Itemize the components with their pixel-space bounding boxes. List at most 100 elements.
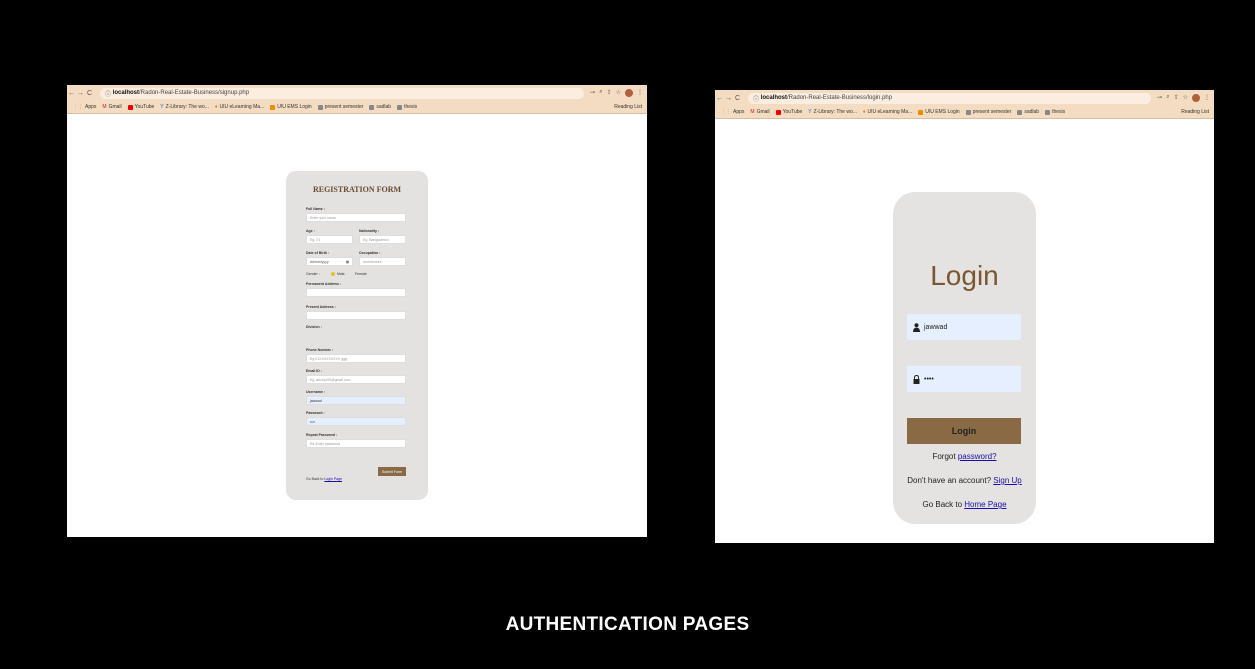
bookmark-gmail[interactable]: M Gmail: [750, 109, 769, 115]
browser-chrome: ← → C ⓘ localhost/Radon-Real-Estate-Busi…: [715, 90, 1214, 119]
signup-link[interactable]: Sign Up: [993, 476, 1021, 485]
youtube-icon: [775, 109, 781, 115]
avatar[interactable]: [625, 89, 633, 97]
bookmarks-bar: ⋮⋮ Apps M Gmail YouTube Y Z-Library: The wo…: [67, 101, 647, 114]
bookmark-youtube[interactable]: YouTube: [127, 104, 154, 110]
phone-input[interactable]: Eg.01XXXXXXXXX ggg: [306, 354, 406, 363]
repeat-password-label: Repeat Password :: [306, 433, 338, 437]
folder-icon: [1045, 109, 1051, 115]
username-input[interactable]: jawwad: [907, 314, 1021, 340]
bookmark-youtube[interactable]: YouTube: [775, 109, 802, 115]
folder-icon: [1017, 109, 1023, 115]
login-button[interactable]: Login: [907, 418, 1021, 444]
bookmark-thesis[interactable]: thesis: [397, 104, 417, 110]
email-label: Email ID :: [306, 369, 322, 373]
bookmark-uiu-elearning[interactable]: ♦ UIU eLearning Ma...: [863, 109, 912, 115]
bookmark-apps[interactable]: ⋮⋮ Apps: [73, 104, 96, 110]
youtube-icon: [127, 104, 133, 110]
occupation-input[interactable]: Architecture: [359, 257, 406, 266]
zoom-icon[interactable]: ⌕: [1166, 94, 1169, 102]
login-page-link[interactable]: Login Page: [324, 477, 342, 481]
star-icon[interactable]: ☆: [616, 89, 621, 97]
menu-icon[interactable]: ⋮: [1204, 94, 1210, 102]
zoom-icon[interactable]: ⌕: [599, 89, 602, 97]
phone-label: Phone Number :: [306, 348, 334, 352]
full-name-input[interactable]: Enter your name: [306, 213, 406, 222]
ems-icon: [270, 104, 276, 110]
password-label: Password :: [306, 411, 325, 415]
bookmark-uiu-ems[interactable]: UIU EMS Login: [270, 104, 312, 110]
key-icon[interactable]: ⊸: [590, 89, 595, 97]
forward-icon[interactable]: →: [76, 90, 85, 97]
registration-title: REGISTRATION FORM: [312, 185, 402, 194]
lock-icon: ⓘ: [105, 91, 113, 98]
age-input[interactable]: Eg. 21: [306, 235, 353, 244]
calendar-icon[interactable]: ▦: [346, 260, 349, 264]
zlibrary-icon: Y: [808, 109, 812, 115]
bookmark-present-semester[interactable]: present semester: [965, 109, 1011, 115]
address-bar[interactable]: ⓘ localhost/Radon-Real-Estate-Business/l…: [748, 92, 1152, 104]
reload-icon[interactable]: C: [85, 90, 94, 97]
elearning-icon: ♦: [214, 104, 218, 110]
username-value: jawwad: [924, 323, 948, 331]
gender-female-label[interactable]: Female: [355, 272, 367, 276]
star-icon[interactable]: ☆: [1183, 94, 1188, 102]
gender-male-radio[interactable]: [331, 272, 335, 276]
permanent-address-input[interactable]: [306, 288, 406, 297]
home-page-link[interactable]: Home Page: [964, 500, 1006, 509]
dob-label: Date of Birth :: [306, 251, 330, 255]
share-icon[interactable]: ⇪: [607, 89, 612, 97]
occupation-label: Occupation :: [359, 251, 381, 255]
reload-icon[interactable]: C: [733, 95, 742, 102]
address-bar[interactable]: ⓘ localhost/Radon-Real-Estate-Business/s…: [100, 87, 585, 99]
reading-list[interactable]: Reading List: [1179, 109, 1209, 115]
reading-list[interactable]: Reading List: [612, 104, 642, 110]
password-value: ••••: [924, 375, 934, 383]
url-host: localhost: [760, 95, 788, 101]
repeat-password-input[interactable]: Re-Enter password: [306, 439, 406, 448]
forward-icon[interactable]: →: [724, 95, 733, 102]
back-icon[interactable]: ←: [715, 95, 724, 102]
present-address-input[interactable]: [306, 311, 406, 320]
url-path: /Radon-Real-Estate-Business/login.php: [787, 95, 893, 101]
bookmark-gmail[interactable]: M Gmail: [102, 104, 121, 110]
username-input[interactable]: jawwad: [306, 396, 406, 405]
gmail-icon: M: [102, 104, 107, 110]
bookmark-present-semester[interactable]: present semester: [317, 104, 363, 110]
gender-male-label: Male: [337, 272, 345, 276]
key-icon[interactable]: ⊸: [1157, 94, 1162, 102]
goback-login: Go Back to Login Page: [306, 477, 343, 481]
login-card: Login jawwad •••• Login Forgot password?…: [893, 192, 1036, 524]
menu-icon[interactable]: ⋮: [637, 89, 643, 97]
dob-input[interactable]: dd/mm/yyyy ▦: [306, 257, 353, 266]
lock-icon: ⓘ: [753, 96, 761, 103]
elearning-icon: ♦: [862, 109, 866, 115]
bookmark-uiu-elearning[interactable]: ♦ UIU eLearning Ma...: [215, 104, 264, 110]
password-input[interactable]: ••••: [907, 366, 1021, 392]
user-icon: [913, 322, 920, 332]
bookmark-apps[interactable]: ⋮⋮ Apps: [721, 109, 744, 115]
permanent-address-label: Permanent Address :: [306, 282, 342, 286]
password-input[interactable]: ••••: [306, 417, 406, 426]
bookmark-zlibrary[interactable]: Y Z-Library: The wo...: [160, 104, 209, 110]
bookmark-sadlab[interactable]: sadlab: [369, 104, 391, 110]
bookmark-thesis[interactable]: thesis: [1045, 109, 1065, 115]
share-icon[interactable]: ⇪: [1174, 94, 1179, 102]
ems-icon: [918, 109, 924, 115]
nationality-input[interactable]: Eg. Bangladeshi: [359, 235, 406, 244]
signup-text: Don't have an account? Sign Up: [907, 476, 1022, 485]
folder-icon: [965, 109, 971, 115]
bookmark-uiu-ems[interactable]: UIU EMS Login: [918, 109, 960, 115]
bookmark-zlibrary[interactable]: Y Z-Library: The wo...: [808, 109, 857, 115]
submit-form-button[interactable]: Submit Form: [378, 467, 406, 476]
email-input[interactable]: Eg. abcxyz99@gmail.com: [306, 375, 406, 384]
back-icon[interactable]: ←: [67, 90, 76, 97]
avatar[interactable]: [1192, 94, 1200, 102]
signup-screenshot: ← → C ⓘ localhost/Radon-Real-Estate-Busi…: [67, 85, 647, 537]
bookmark-sadlab[interactable]: sadlab: [1017, 109, 1039, 115]
lock-icon: [913, 374, 920, 384]
folder-icon: [397, 104, 403, 110]
full-name-label: Full Name :: [306, 207, 325, 211]
url-host: localhost: [112, 90, 140, 96]
forgot-password-link[interactable]: password?: [958, 452, 997, 461]
